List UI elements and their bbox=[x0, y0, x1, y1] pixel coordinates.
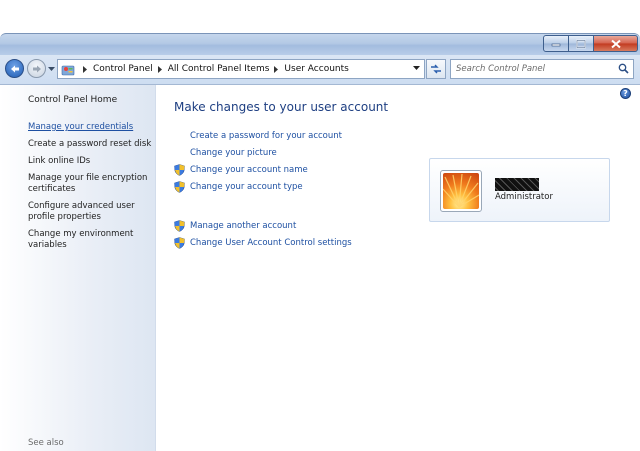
sidebar-item-password-reset-disk[interactable]: Create a password reset disk bbox=[28, 139, 152, 150]
help-icon[interactable]: ? bbox=[620, 88, 631, 99]
uac-shield-icon bbox=[174, 220, 185, 232]
caption-buttons bbox=[543, 35, 638, 53]
task-change-picture[interactable]: Change your picture bbox=[174, 146, 277, 160]
sidebar-item-manage-credentials[interactable]: Manage your credentials bbox=[28, 122, 152, 133]
breadcrumb-user-accounts[interactable]: User Accounts bbox=[284, 64, 348, 74]
sidebar-links: Manage your credentials Create a passwor… bbox=[28, 122, 152, 257]
back-arrow-icon bbox=[10, 65, 19, 72]
search-input[interactable] bbox=[456, 62, 606, 76]
search-box bbox=[450, 59, 634, 79]
sidebar-item-advanced-profile-properties[interactable]: Configure advanced user profile properti… bbox=[28, 201, 152, 223]
account-role: Administrator bbox=[495, 192, 553, 202]
task-create-password[interactable]: Create a password for your account bbox=[174, 129, 342, 143]
close-icon bbox=[610, 39, 621, 48]
uac-shield-icon bbox=[174, 164, 185, 176]
main-content: ? Make changes to your user account Crea… bbox=[157, 85, 640, 451]
breadcrumb-control-panel[interactable]: Control Panel bbox=[93, 64, 153, 74]
breadcrumb-all-control-panel-items[interactable]: All Control Panel Items bbox=[168, 64, 270, 74]
navigation-bar: Control Panel All Control Panel Items Us… bbox=[0, 55, 640, 85]
close-button[interactable] bbox=[594, 35, 638, 52]
breadcrumb-separator-icon[interactable] bbox=[274, 65, 279, 73]
avatar[interactable] bbox=[440, 170, 482, 212]
account-card: Administrator bbox=[429, 158, 610, 222]
sidebar-item-environment-variables[interactable]: Change my environment variables bbox=[28, 229, 152, 251]
uac-shield-icon bbox=[174, 237, 185, 249]
task-pane: Control Panel Home Manage your credentia… bbox=[0, 85, 156, 451]
breadcrumb-separator-icon bbox=[83, 65, 87, 73]
breadcrumb-separator-icon[interactable] bbox=[157, 65, 163, 73]
task-label[interactable]: Change your account type bbox=[190, 182, 303, 192]
task-change-account-name[interactable]: Change your account name bbox=[174, 163, 308, 177]
control-panel-icon bbox=[61, 65, 75, 75]
sidebar-item-file-encryption-certificates[interactable]: Manage your file encryption certificates bbox=[28, 173, 152, 195]
task-label[interactable]: Manage another account bbox=[190, 221, 296, 231]
sidebar-item-link-online-ids[interactable]: Link online IDs bbox=[28, 156, 152, 167]
redacted-user-name bbox=[495, 178, 539, 191]
refresh-icon bbox=[431, 64, 441, 74]
task-label[interactable]: Change your picture bbox=[190, 148, 277, 158]
user-accounts-window: Control Panel All Control Panel Items Us… bbox=[0, 33, 640, 451]
uac-shield-icon bbox=[174, 181, 185, 193]
address-bar[interactable]: Control Panel All Control Panel Items Us… bbox=[57, 59, 425, 79]
flower-picture-icon bbox=[443, 173, 479, 209]
task-uac-settings[interactable]: Change User Account Control settings bbox=[174, 236, 352, 250]
back-button[interactable] bbox=[5, 59, 24, 78]
breadcrumb: Control Panel All Control Panel Items Us… bbox=[93, 64, 349, 74]
task-label[interactable]: Change User Account Control settings bbox=[190, 238, 352, 248]
task-manage-another-account[interactable]: Manage another account bbox=[174, 219, 296, 233]
refresh-button[interactable] bbox=[426, 59, 446, 79]
maximize-button[interactable] bbox=[569, 35, 594, 52]
see-also-label: See also bbox=[28, 438, 64, 448]
forward-arrow-icon bbox=[32, 65, 41, 72]
search-icon[interactable] bbox=[618, 63, 629, 74]
title-bar[interactable] bbox=[0, 33, 640, 55]
task-label[interactable]: Change your account name bbox=[190, 165, 308, 175]
control-panel-home-link[interactable]: Control Panel Home bbox=[28, 95, 117, 105]
minimize-button[interactable] bbox=[543, 35, 569, 52]
forward-button[interactable] bbox=[27, 59, 46, 78]
recent-pages-dropdown-icon[interactable] bbox=[48, 67, 55, 72]
page-title: Make changes to your user account bbox=[174, 100, 389, 114]
address-dropdown-icon[interactable] bbox=[413, 66, 420, 71]
minimize-icon bbox=[551, 43, 561, 46]
task-label[interactable]: Create a password for your account bbox=[190, 131, 342, 141]
maximize-icon bbox=[576, 39, 586, 48]
task-change-account-type[interactable]: Change your account type bbox=[174, 180, 303, 194]
